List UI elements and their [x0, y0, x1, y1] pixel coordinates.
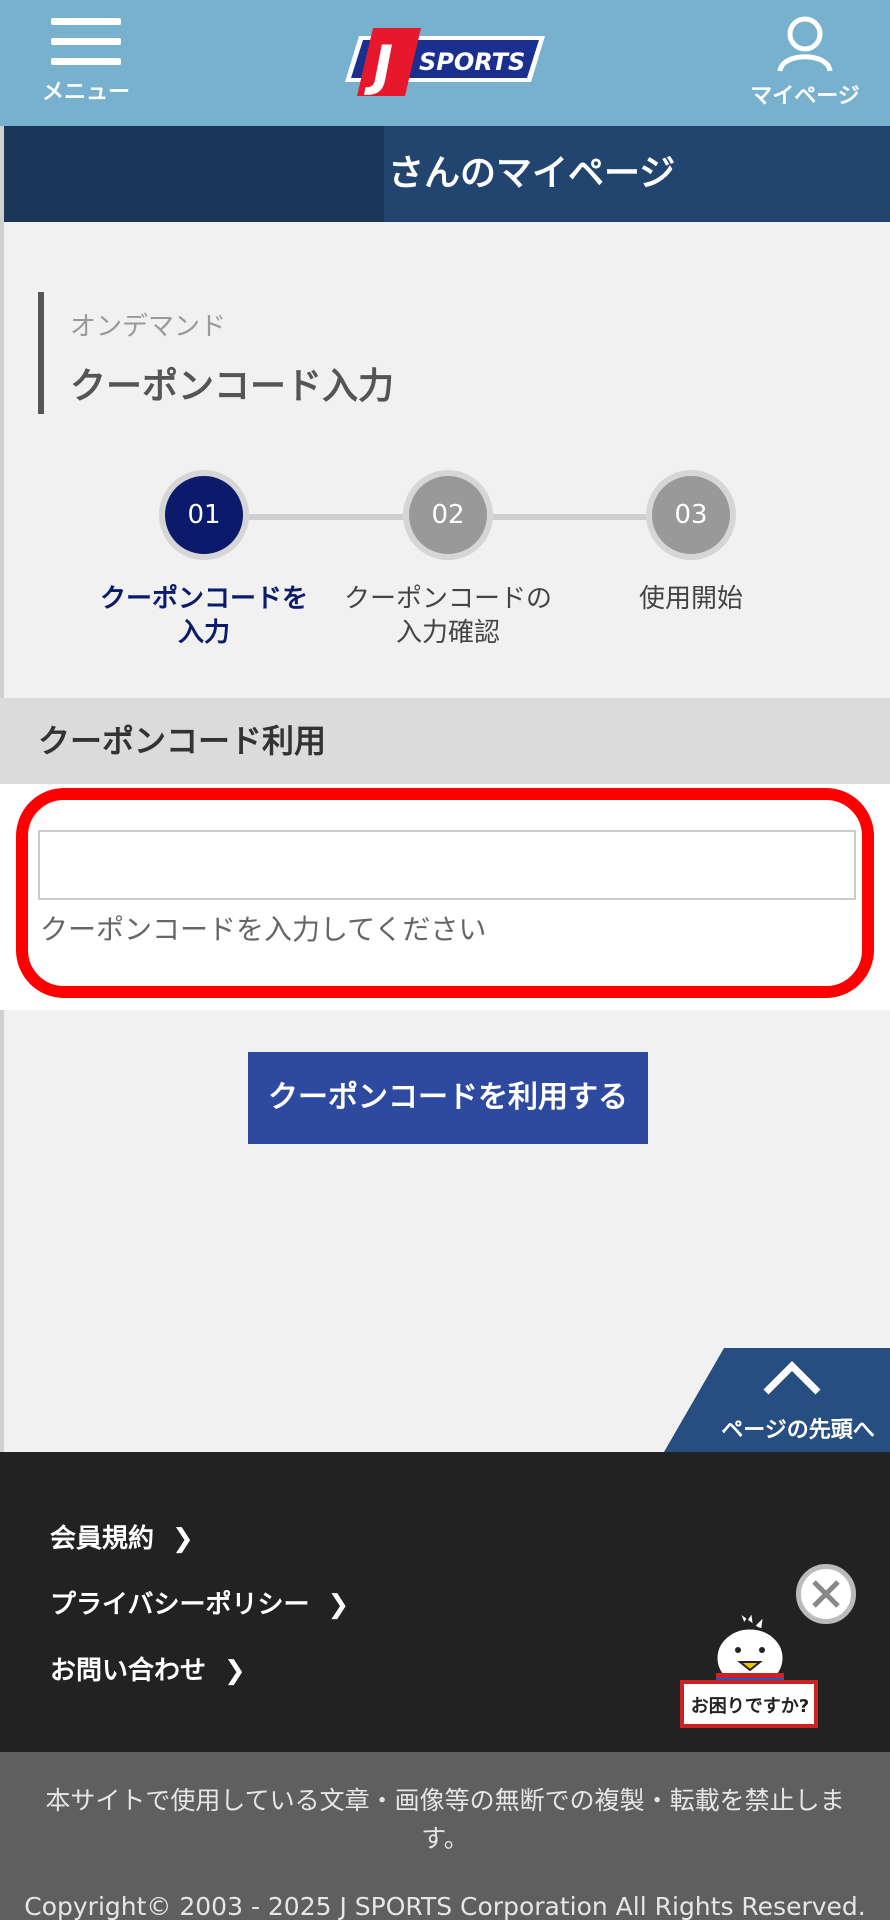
- help-mascot-widget[interactable]: お困りですか?: [680, 1606, 820, 1730]
- j-sports-logo[interactable]: J SPORTS: [345, 26, 550, 100]
- coupon-section-title: クーポンコード利用: [0, 698, 890, 784]
- progress-steps: 01 クーポンコードを 入力 02 クーポンコードの 入力確認 03 使用開始: [0, 470, 890, 660]
- heading-title: クーポンコード入力: [70, 366, 395, 407]
- chevron-up-icon: [763, 1361, 821, 1395]
- coupon-input-hint: クーポンコードを入力してください: [40, 913, 487, 946]
- chevron-right-icon: ❯: [172, 1524, 194, 1554]
- page-top-label: ページの先頭へ: [721, 1418, 875, 1443]
- chevron-right-icon: ❯: [224, 1656, 246, 1686]
- coupon-code-input[interactable]: [38, 830, 856, 900]
- footer-link-terms[interactable]: 会員規約 ❯: [50, 1518, 194, 1555]
- step-3-number: 03: [646, 470, 736, 560]
- user-name-area: [0, 126, 384, 222]
- logo-text: SPORTS: [419, 48, 525, 76]
- step-1-label: クーポンコードを 入力: [99, 584, 308, 648]
- mypage-label: マイページ: [750, 84, 860, 109]
- help-label: お困りですか?: [691, 1696, 809, 1717]
- step-1: 01 クーポンコードを 入力: [89, 470, 319, 650]
- step-3: 03 使用開始: [576, 470, 806, 616]
- copyright-text: Copyright© 2003 - 2025 J SPORTS Corporat…: [24, 1892, 866, 1920]
- page-title: さんのマイページ: [384, 126, 890, 222]
- heading-category: オンデマンド: [70, 312, 227, 342]
- step-2-label: クーポンコードの 入力確認: [343, 584, 552, 648]
- copyright-area: 本サイトで使用している文章・画像等の無断での複製・転載を禁止します。 Copyr…: [0, 1752, 890, 1920]
- footer-link-contact[interactable]: お問い合わせ ❯: [50, 1650, 246, 1687]
- footer-link-privacy[interactable]: プライバシーポリシー ❯: [50, 1584, 349, 1621]
- mypage-button[interactable]: マイページ: [740, 14, 870, 114]
- coupon-form: クーポンコードを入力してください: [0, 784, 890, 1010]
- step-2-number: 02: [403, 470, 493, 560]
- user-icon: [777, 16, 833, 72]
- hamburger-icon: [36, 18, 136, 65]
- step-1-number: 01: [159, 470, 249, 560]
- menu-button[interactable]: メニュー: [36, 18, 136, 110]
- mypage-title-bar: さんのマイページ: [0, 126, 890, 222]
- use-coupon-button[interactable]: クーポンコードを利用する: [248, 1052, 648, 1144]
- page-heading: オンデマンド クーポンコード入力: [38, 292, 394, 414]
- app-header: メニュー J SPORTS マイページ: [0, 0, 890, 126]
- chevron-right-icon: ❯: [327, 1590, 350, 1620]
- step-3-label: 使用開始: [638, 584, 743, 614]
- step-2: 02 クーポンコードの 入力確認: [333, 470, 563, 650]
- page-top-button[interactable]: ページの先頭へ: [664, 1348, 890, 1452]
- copy-notice: 本サイトで使用している文章・画像等の無断での複製・転載を禁止します。: [45, 1786, 845, 1853]
- menu-label: メニュー: [41, 80, 130, 105]
